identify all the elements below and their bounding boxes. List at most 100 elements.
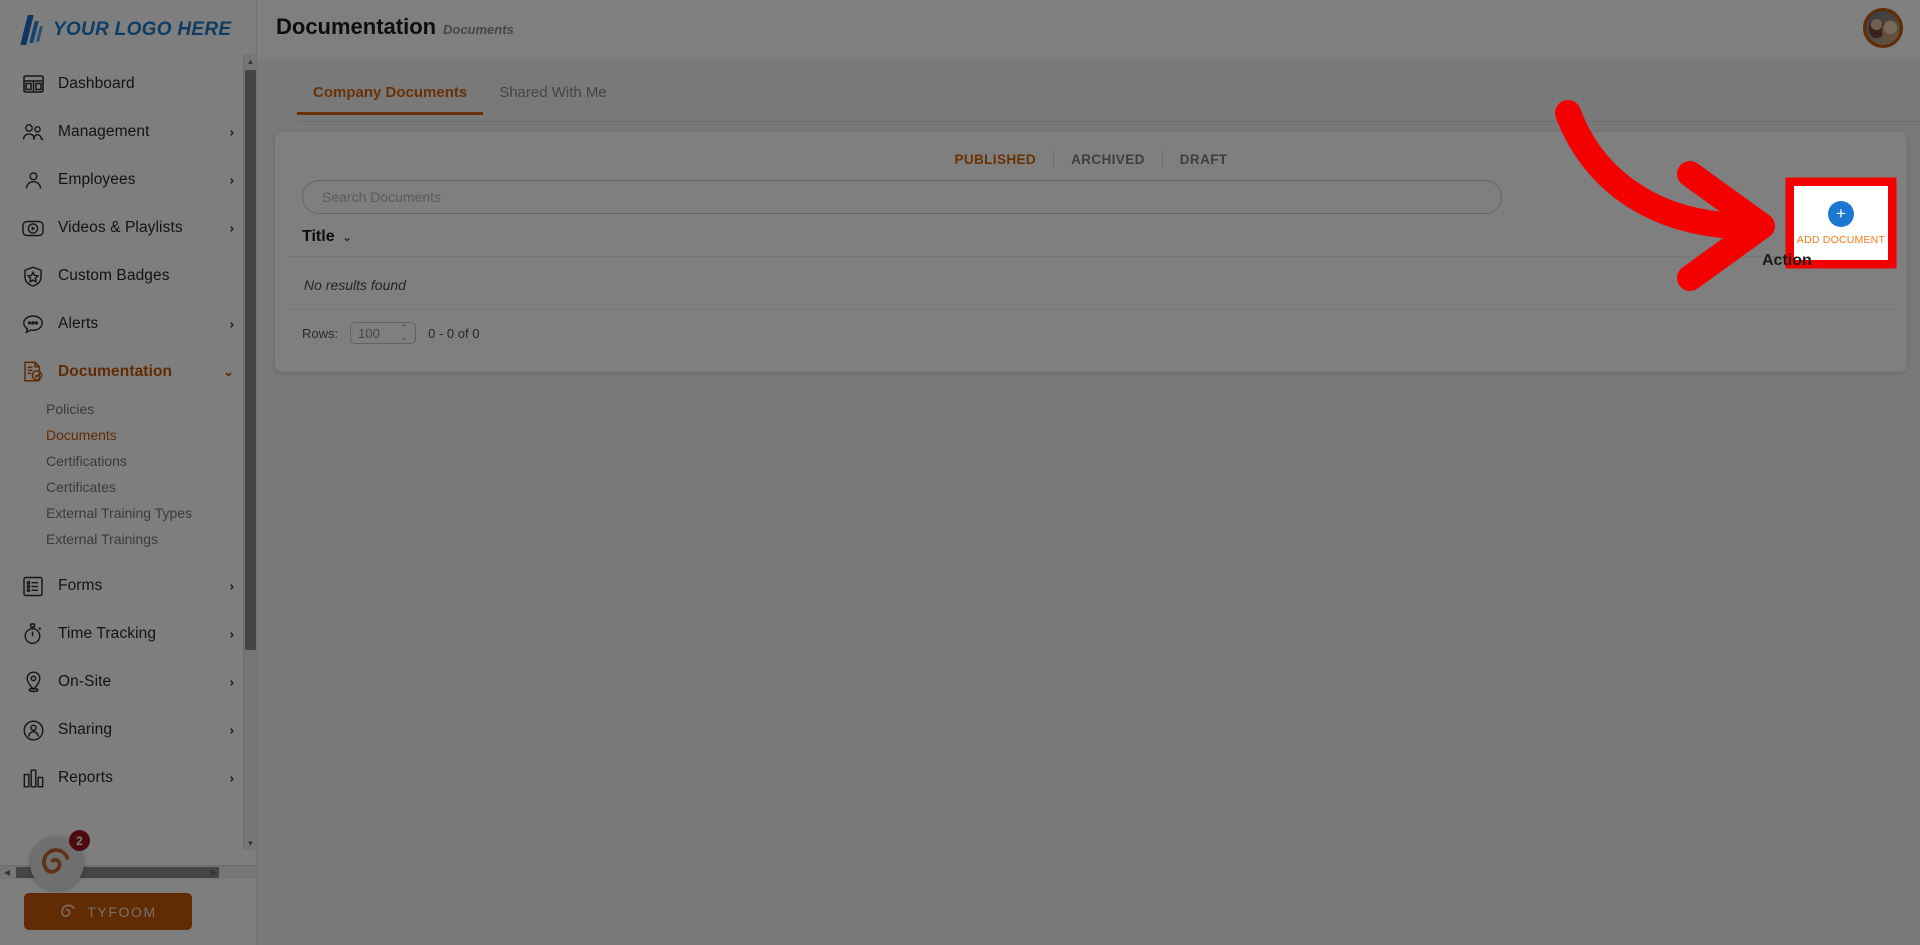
rows-per-page-select[interactable]: 100 ⌃ ⌄ bbox=[350, 322, 417, 344]
sidebar-subitem-documents[interactable]: Documents bbox=[0, 422, 256, 448]
table-footer-divider bbox=[286, 309, 1896, 310]
sidebar-label: Forms bbox=[58, 577, 103, 594]
scroll-up-arrow-icon[interactable]: ▲ bbox=[244, 54, 256, 68]
sidebar-item-reports[interactable]: Reports › bbox=[0, 754, 256, 802]
forms-icon bbox=[20, 573, 46, 599]
scroll-right-arrow-icon[interactable]: ▶ bbox=[207, 866, 221, 879]
add-document-container: + ADD DOCUMENT bbox=[1794, 186, 1888, 260]
add-document-label: ADD DOCUMENT bbox=[1796, 233, 1886, 246]
chevron-right-icon: › bbox=[229, 626, 234, 642]
pagination-range: 0 - 0 of 0 bbox=[428, 325, 480, 341]
chevron-right-icon: › bbox=[229, 220, 234, 236]
badge-shield-icon bbox=[20, 263, 46, 289]
sidebar-label: Dashboard bbox=[58, 75, 135, 92]
employees-icon bbox=[20, 167, 46, 193]
sidebar-label: Documentation bbox=[58, 363, 173, 380]
chevron-right-icon: › bbox=[229, 674, 234, 690]
page-title: Documentation bbox=[276, 14, 437, 39]
stopwatch-icon bbox=[20, 621, 46, 647]
sidebar-item-dashboard[interactable]: Dashboard bbox=[0, 60, 256, 108]
sidebar-label: Reports bbox=[58, 769, 113, 786]
main-content: Company Documents Shared With Me PUBLISH… bbox=[257, 60, 1920, 945]
top-header: Documentation Documents bbox=[257, 0, 1920, 60]
alerts-chat-icon bbox=[20, 311, 46, 337]
documents-card: PUBLISHED ARCHIVED DRAFT Title ⌄ Action … bbox=[275, 132, 1907, 372]
sidebar-nav: Dashboard Management › Employees › Video… bbox=[0, 60, 256, 850]
status-filter-group: PUBLISHED ARCHIVED DRAFT bbox=[275, 151, 1907, 167]
chevron-right-icon: › bbox=[229, 722, 234, 738]
scrollbar-thumb[interactable] bbox=[245, 70, 256, 650]
tyfoom-button[interactable]: TYFOOM bbox=[24, 893, 192, 930]
sidebar-label: Alerts bbox=[58, 315, 99, 332]
status-filter-published[interactable]: PUBLISHED bbox=[937, 152, 1053, 167]
scroll-left-arrow-icon[interactable]: ◀ bbox=[0, 866, 14, 879]
sidebar-item-custom-badges[interactable]: Custom Badges bbox=[0, 252, 256, 300]
sidebar-item-employees[interactable]: Employees › bbox=[0, 156, 256, 204]
chevron-right-icon: › bbox=[229, 578, 234, 594]
column-header-title-label: Title bbox=[302, 228, 335, 245]
action-column-label: Action bbox=[1762, 252, 1812, 269]
sidebar-label: Videos & Playlists bbox=[58, 219, 183, 236]
sidebar-item-on-site[interactable]: On-Site › bbox=[0, 658, 256, 706]
chat-swirl-icon bbox=[42, 848, 70, 874]
brand-logo[interactable]: YOUR LOGO HERE bbox=[0, 0, 256, 60]
map-pin-icon bbox=[20, 669, 46, 695]
rows-per-page-value: 100 bbox=[358, 325, 380, 341]
search-documents-box[interactable] bbox=[302, 180, 1502, 214]
status-filter-archived[interactable]: ARCHIVED bbox=[1054, 152, 1162, 167]
chevron-right-icon: › bbox=[229, 124, 234, 140]
sidebar-vertical-scrollbar[interactable]: ▲ ▼ bbox=[243, 54, 256, 850]
sidebar-label: Time Tracking bbox=[58, 625, 157, 642]
sidebar-label: Custom Badges bbox=[58, 267, 170, 284]
add-document-button[interactable]: + ADD DOCUMENT bbox=[1794, 186, 1888, 260]
sidebar-item-management[interactable]: Management › bbox=[0, 108, 256, 156]
sidebar-subitem-certifications[interactable]: Certifications bbox=[0, 448, 256, 474]
sidebar-item-alerts[interactable]: Alerts › bbox=[0, 300, 256, 348]
sidebar-label: Sharing bbox=[58, 721, 113, 738]
sidebar-label: Employees bbox=[58, 171, 136, 188]
sidebar: YOUR LOGO HERE Dashboard Management › Em… bbox=[0, 0, 257, 945]
chevron-right-icon: › bbox=[229, 770, 234, 786]
documentation-icon bbox=[20, 359, 46, 385]
app-root: YOUR LOGO HERE Dashboard Management › Em… bbox=[0, 0, 1920, 945]
sidebar-subitem-external-training-types[interactable]: External Training Types bbox=[0, 500, 256, 526]
sidebar-item-time-tracking[interactable]: Time Tracking › bbox=[0, 610, 256, 658]
sharing-icon bbox=[20, 717, 46, 743]
chat-widget-button[interactable]: 2 bbox=[30, 830, 90, 890]
chevron-right-icon: › bbox=[229, 172, 234, 188]
logo-text: YOUR LOGO HERE bbox=[53, 19, 232, 40]
scroll-down-arrow-icon[interactable]: ▼ bbox=[244, 836, 256, 850]
sort-chevron-down-icon[interactable]: ⌄ bbox=[343, 231, 352, 244]
chevron-right-icon: › bbox=[229, 316, 234, 332]
sidebar-item-videos-playlists[interactable]: Videos & Playlists › bbox=[0, 204, 256, 252]
sidebar-label: On-Site bbox=[58, 673, 112, 690]
tyfoom-label: TYFOOM bbox=[87, 903, 157, 920]
bar-chart-icon bbox=[20, 765, 46, 791]
content-tabs: Company Documents Shared With Me bbox=[297, 80, 1920, 122]
sidebar-subitem-certificates[interactable]: Certificates bbox=[0, 474, 256, 500]
chat-unread-badge: 2 bbox=[69, 830, 90, 851]
chevron-down-icon: ⌄ bbox=[223, 364, 234, 379]
status-filter-draft[interactable]: DRAFT bbox=[1163, 152, 1245, 167]
table-header-divider bbox=[286, 256, 1896, 257]
sidebar-item-forms[interactable]: Forms › bbox=[0, 562, 256, 610]
video-icon bbox=[20, 215, 46, 241]
sidebar-item-documentation[interactable]: Documentation ⌄ bbox=[0, 348, 256, 396]
management-icon bbox=[20, 119, 46, 145]
sidebar-subitem-policies[interactable]: Policies bbox=[0, 396, 256, 422]
sidebar-subitem-external-trainings[interactable]: External Trainings bbox=[0, 526, 256, 552]
pagination-bar: Rows: 100 ⌃ ⌄ 0 - 0 of 0 bbox=[302, 322, 479, 344]
stepper-chevron-icon: ⌃ ⌄ bbox=[400, 323, 409, 342]
tab-company-documents[interactable]: Company Documents bbox=[297, 80, 484, 115]
empty-state-message: No results found bbox=[304, 277, 406, 293]
tyfoom-swirl-icon bbox=[61, 904, 75, 917]
column-header-title[interactable]: Title ⌄ bbox=[302, 228, 352, 246]
avatar[interactable] bbox=[1863, 8, 1903, 48]
plus-icon: + bbox=[1828, 200, 1854, 227]
sidebar-label: Management bbox=[58, 123, 150, 140]
page-breadcrumb: Documents bbox=[443, 22, 514, 37]
tab-shared-with-me[interactable]: Shared With Me bbox=[483, 80, 623, 112]
sidebar-item-sharing[interactable]: Sharing › bbox=[0, 706, 256, 754]
rows-label: Rows: bbox=[302, 325, 339, 341]
search-input[interactable] bbox=[322, 189, 1482, 205]
